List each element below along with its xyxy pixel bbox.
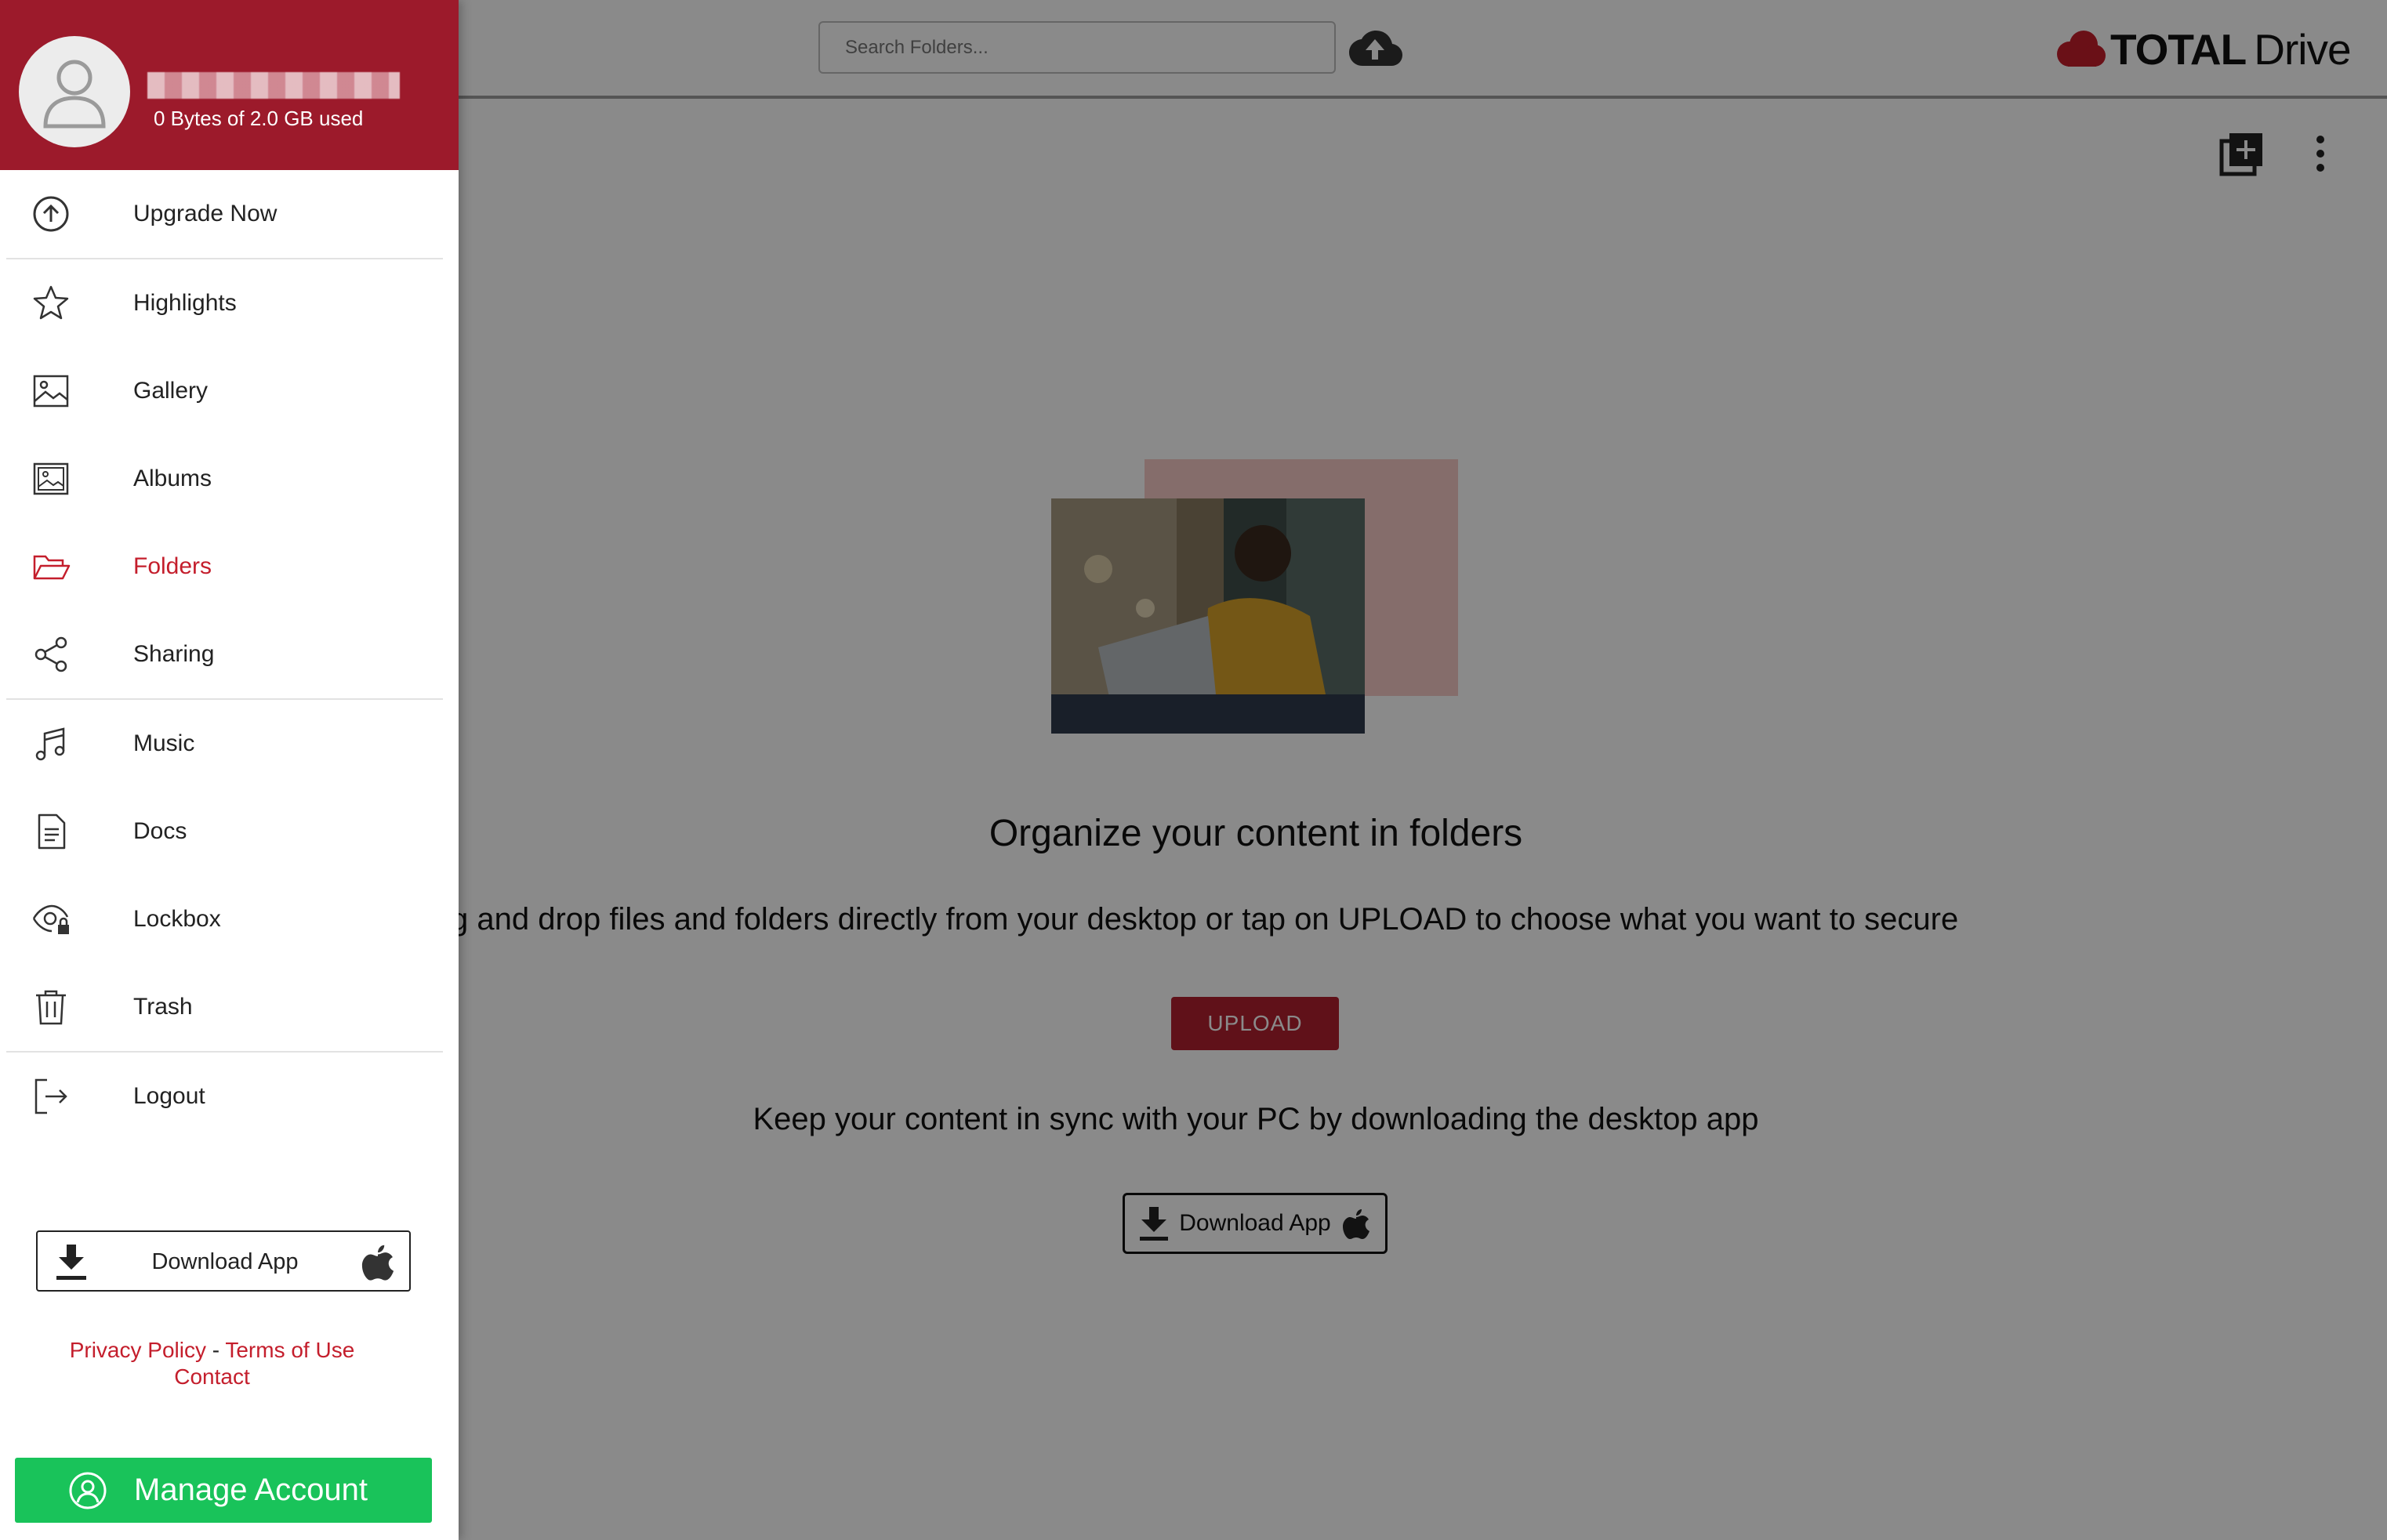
- nav-item-label: Docs: [133, 818, 187, 844]
- drawer-nav: Upgrade Now Highlights Gallery Albums Fo…: [0, 170, 459, 1140]
- nav-item-label: Logout: [133, 1083, 205, 1109]
- nav-item-highlights[interactable]: Highlights: [0, 259, 459, 347]
- storage-usage: 0 Bytes of 2.0 GB used: [154, 107, 364, 130]
- nav-item-label: Music: [133, 730, 195, 756]
- nav-item-label: Gallery: [133, 378, 209, 404]
- upload-circle-icon: [33, 196, 69, 232]
- nav-item-docs[interactable]: Docs: [0, 788, 459, 875]
- avatar[interactable]: [19, 36, 130, 147]
- link-separator: -: [205, 1338, 226, 1362]
- privacy-policy-link[interactable]: Privacy Policy: [70, 1338, 206, 1362]
- username-redacted: [147, 72, 400, 99]
- nav-item-trash[interactable]: Trash: [0, 963, 459, 1051]
- document-icon: [38, 813, 66, 850]
- nav-item-label: Upgrade Now: [133, 201, 278, 226]
- legal-links: Privacy Policy - Terms of Use Contact: [0, 1337, 424, 1390]
- nav-item-lockbox[interactable]: Lockbox: [0, 875, 459, 963]
- manage-account-label: Manage Account: [134, 1473, 368, 1507]
- nav-item-label: Trash: [133, 994, 193, 1020]
- nav-item-label: Highlights: [133, 290, 237, 316]
- terms-of-use-link[interactable]: Terms of Use: [225, 1338, 354, 1362]
- nav-item-logout[interactable]: Logout: [0, 1053, 459, 1140]
- contact-link[interactable]: Contact: [174, 1364, 250, 1389]
- nav-item-label: Lockbox: [133, 906, 221, 932]
- navigation-drawer: 0 Bytes of 2.0 GB used Upgrade Now Highl…: [0, 0, 459, 1540]
- nav-item-label: Sharing: [133, 641, 215, 667]
- nav-item-albums[interactable]: Albums: [0, 435, 459, 523]
- logout-icon: [34, 1078, 67, 1114]
- star-icon: [33, 285, 69, 320]
- eye-lock-icon: [32, 904, 69, 934]
- drawer-download-app-button[interactable]: Download App: [36, 1230, 411, 1292]
- user-icon: [43, 60, 106, 129]
- nav-item-sharing[interactable]: Sharing: [0, 611, 459, 698]
- image-icon: [33, 375, 69, 408]
- nav-item-music[interactable]: Music: [0, 700, 459, 788]
- trash-icon: [36, 990, 66, 1025]
- nav-item-folders[interactable]: Folders: [0, 523, 459, 611]
- nav-item-gallery[interactable]: Gallery: [0, 347, 459, 435]
- user-circle-icon: [69, 1472, 107, 1509]
- folder-open-icon: [33, 555, 71, 580]
- manage-account-button[interactable]: Manage Account: [15, 1458, 432, 1523]
- nav-item-label: Albums: [133, 466, 212, 491]
- share-icon: [34, 636, 67, 672]
- nav-item-upgrade-now[interactable]: Upgrade Now: [0, 170, 459, 258]
- download-app-label: Download App: [151, 1249, 299, 1274]
- albums-icon: [33, 462, 69, 495]
- nav-item-label: Folders: [133, 553, 212, 579]
- apple-icon: [361, 1245, 394, 1281]
- music-icon: [35, 727, 65, 761]
- drawer-header: 0 Bytes of 2.0 GB used: [0, 0, 459, 170]
